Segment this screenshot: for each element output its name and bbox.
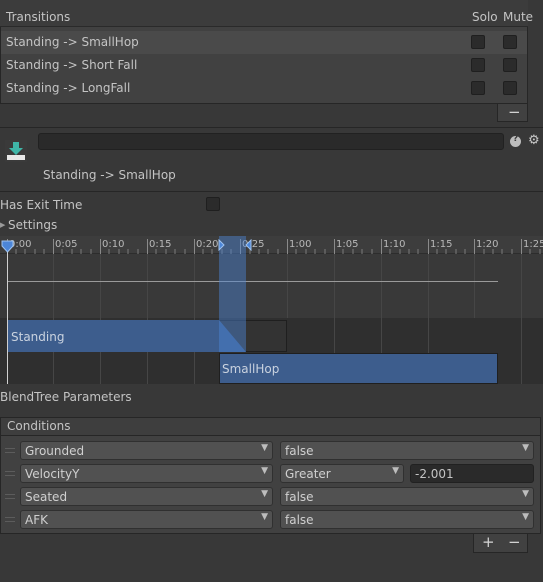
chevron-down-icon: ▼	[522, 489, 529, 499]
drag-handle-icon[interactable]	[5, 448, 15, 453]
transition-row[interactable]: Standing -> SmallHop	[1, 31, 527, 54]
drag-handle-icon[interactable]	[5, 517, 15, 522]
chevron-down-icon: ▼	[261, 466, 268, 476]
foldout-arrow-icon[interactable]: ▶	[0, 221, 5, 229]
timeline-curve-area	[0, 254, 543, 318]
condition-parameter-dropdown[interactable]: Grounded ▼	[20, 441, 273, 460]
drag-handle-icon[interactable]	[5, 471, 15, 476]
transition-icon	[4, 139, 28, 163]
chevron-down-icon: ▼	[261, 489, 268, 499]
gear-icon[interactable]: ⚙	[528, 133, 540, 148]
transition-row-label: Standing -> Short Fall	[6, 58, 138, 72]
chevron-down-icon: ▼	[522, 512, 529, 522]
condition-row[interactable]: AFK ▼ false ▼	[1, 509, 540, 530]
solo-column-label: Solo	[472, 10, 498, 24]
conditions-title: Conditions	[7, 419, 71, 433]
settings-foldout[interactable]: Settings	[8, 218, 57, 232]
condition-mode-dropdown[interactable]: Greater ▼	[280, 464, 404, 483]
condition-threshold-field[interactable]: -2.001	[410, 464, 534, 483]
blend-curve-line	[7, 281, 498, 282]
mute-checkbox[interactable]	[503, 58, 517, 72]
transition-name-field[interactable]	[38, 133, 504, 150]
help-icon[interactable]: ?	[510, 134, 521, 147]
condition-row[interactable]: Grounded ▼ false ▼	[1, 440, 540, 461]
has-exit-time-label: Has Exit Time	[0, 198, 83, 212]
chevron-down-icon: ▼	[392, 466, 399, 476]
remove-transition-button[interactable]: −	[508, 103, 521, 121]
mute-checkbox[interactable]	[503, 81, 517, 95]
playhead-line	[7, 242, 8, 384]
chevron-down-icon: ▼	[261, 443, 268, 453]
transition-title: Standing -> SmallHop	[43, 168, 176, 182]
has-exit-time-checkbox[interactable]	[206, 197, 220, 211]
conditions-header: Conditions	[0, 417, 541, 435]
solo-checkbox[interactable]	[471, 58, 485, 72]
condition-mode-dropdown[interactable]: false ▼	[280, 510, 534, 529]
transition-handles-icon[interactable]	[214, 239, 252, 251]
chevron-down-icon: ▼	[261, 512, 268, 522]
chevron-down-icon: ▼	[522, 443, 529, 453]
divider	[0, 127, 543, 128]
blendtree-parameters-label: BlendTree Parameters	[0, 390, 132, 404]
condition-row[interactable]: Seated ▼ false ▼	[1, 486, 540, 507]
source-state-label: Standing	[11, 330, 65, 344]
condition-parameter-dropdown[interactable]: AFK ▼	[20, 510, 273, 529]
conditions-list: Grounded ▼ false ▼ VelocityY ▼ Greater ▼…	[0, 435, 541, 534]
timeline-ruler: 0:00 0:05 0:10 0:15 0:20 0:25 1:00 1:05 …	[0, 236, 543, 254]
transition-row-label: Standing -> LongFall	[6, 81, 131, 95]
add-condition-button[interactable]: +	[482, 533, 495, 551]
condition-parameter-dropdown[interactable]: Seated ▼	[20, 487, 273, 506]
transition-row[interactable]: Standing -> Short Fall	[1, 54, 527, 77]
mute-column-label: Mute	[503, 10, 534, 24]
solo-checkbox[interactable]	[471, 81, 485, 95]
transitions-header: Transitions Solo Mute	[0, 0, 533, 27]
transition-row-label: Standing -> SmallHop	[6, 35, 139, 49]
mute-checkbox[interactable]	[503, 35, 517, 49]
condition-row[interactable]: VelocityY ▼ Greater ▼ -2.001	[1, 463, 540, 484]
destination-state-label: SmallHop	[222, 362, 280, 376]
transition-timeline[interactable]: 0:00 0:05 0:10 0:15 0:20 0:25 1:00 1:05 …	[0, 236, 543, 384]
playhead-marker-icon[interactable]	[1, 240, 14, 253]
conditions-footer: + −	[473, 533, 528, 553]
condition-parameter-dropdown[interactable]: VelocityY ▼	[20, 464, 273, 483]
transition-duration-region[interactable]	[219, 236, 246, 352]
transitions-footer: −	[497, 103, 528, 122]
condition-mode-dropdown[interactable]: false ▼	[280, 441, 534, 460]
solo-checkbox[interactable]	[471, 35, 485, 49]
transitions-title: Transitions	[6, 10, 71, 24]
divider	[0, 191, 543, 192]
drag-handle-icon[interactable]	[5, 494, 15, 499]
condition-mode-dropdown[interactable]: false ▼	[280, 487, 534, 506]
transition-row[interactable]: Standing -> LongFall	[1, 77, 527, 100]
remove-condition-button[interactable]: −	[508, 533, 521, 551]
